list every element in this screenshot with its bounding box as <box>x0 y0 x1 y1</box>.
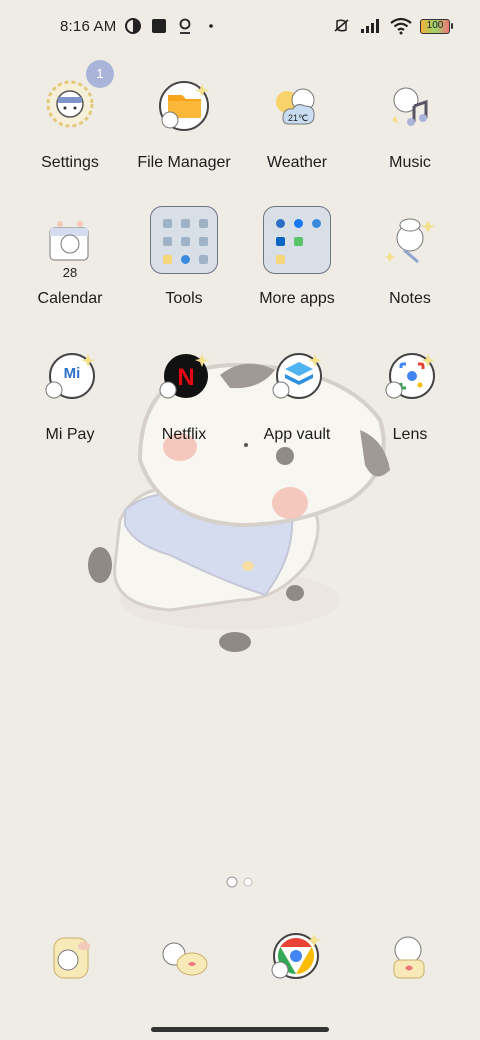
phone-cat-icon[interactable] <box>46 932 98 984</box>
app-notes[interactable]: Notes <box>354 198 466 318</box>
app-label: Weather <box>266 154 328 171</box>
netflix-cat-icon: N <box>159 354 209 399</box>
app-label: App vault <box>263 426 331 443</box>
calendar-cat-icon <box>49 221 89 261</box>
folder-icon <box>263 206 331 274</box>
app-lens[interactable]: Lens <box>354 334 466 454</box>
app-mi-pay[interactable]: Mi Mi Pay <box>14 334 126 454</box>
folder-app-icon <box>199 219 208 228</box>
folder-app-icon <box>199 237 208 246</box>
square-notification-icon <box>152 19 167 33</box>
signal-icon <box>361 19 379 33</box>
folder-icon <box>150 206 218 274</box>
app-label: File Manager <box>137 154 231 171</box>
folder-app-icon <box>181 237 190 246</box>
app-label: Calendar <box>37 290 103 307</box>
status-bar: 8:16 AM 100 <box>0 0 480 56</box>
mipay-cat-icon: Mi <box>45 353 95 399</box>
messages-cat-icon[interactable] <box>158 932 210 984</box>
app-app-vault[interactable]: App vault <box>241 334 353 454</box>
app-netflix[interactable]: N Netflix <box>128 334 240 454</box>
app-label: Notes <box>389 290 431 307</box>
app-label: Netflix <box>161 426 207 443</box>
app-vault-cat-icon <box>272 353 322 399</box>
mipay-mark: Mi <box>64 365 81 382</box>
folder-app-icon <box>181 255 190 264</box>
folder-more-apps[interactable]: More apps <box>241 198 353 318</box>
chrome-cat-icon[interactable] <box>270 932 322 984</box>
app-music[interactable]: Music <box>354 62 466 182</box>
camera-cat-icon[interactable] <box>384 932 436 984</box>
lens-cat-icon <box>385 353 435 399</box>
battery-icon: 100 <box>420 18 453 34</box>
page-indicator[interactable] <box>224 874 256 890</box>
folder-app-icon <box>276 237 285 246</box>
folder-app-icon <box>181 219 190 228</box>
status-time: 8:16 AM <box>60 17 117 35</box>
app-label: Music <box>389 154 431 171</box>
app-weather[interactable]: 21℃ Weather <box>241 62 353 182</box>
weather-cat-icon: 21℃ <box>276 88 315 125</box>
folder-app-icon <box>163 219 172 228</box>
folder-app-icon <box>276 219 285 228</box>
folder-app-icon <box>312 219 321 228</box>
folder-cat-icon <box>159 81 209 131</box>
settings-cat-icon <box>46 80 94 128</box>
app-label: Lens <box>392 426 428 443</box>
calendar-date: 28 <box>62 265 78 280</box>
app-label: Tools <box>165 290 203 307</box>
app-label: Mi Pay <box>45 426 95 443</box>
location-pin-icon <box>180 18 191 34</box>
notes-cat-icon <box>384 218 435 264</box>
folder-app-icon <box>199 255 208 264</box>
folder-app-icon <box>163 237 172 246</box>
data-saver-icon <box>125 18 142 34</box>
wifi-icon <box>390 17 412 35</box>
folder-app-icon <box>294 237 303 246</box>
battery-level: 100 <box>426 19 444 31</box>
netflix-mark: N <box>177 364 194 391</box>
folder-tools[interactable]: Tools <box>128 198 240 318</box>
folder-app-icon <box>294 219 303 228</box>
app-file-manager[interactable]: File Manager <box>128 62 240 182</box>
folder-app-icon <box>276 255 285 264</box>
app-calendar[interactable]: 28 Calendar <box>14 198 126 318</box>
notification-badge: 1 <box>86 60 114 88</box>
weather-temp: 21℃ <box>288 113 308 123</box>
music-cat-icon <box>392 87 428 126</box>
dot-icon <box>209 24 214 28</box>
folder-app-icon <box>163 255 172 264</box>
home-indicator[interactable] <box>151 1027 329 1032</box>
app-label: More apps <box>259 290 335 307</box>
app-label: Settings <box>41 154 99 171</box>
vibrate-off-icon <box>334 19 349 32</box>
app-settings[interactable]: 1 Settings <box>14 60 126 182</box>
